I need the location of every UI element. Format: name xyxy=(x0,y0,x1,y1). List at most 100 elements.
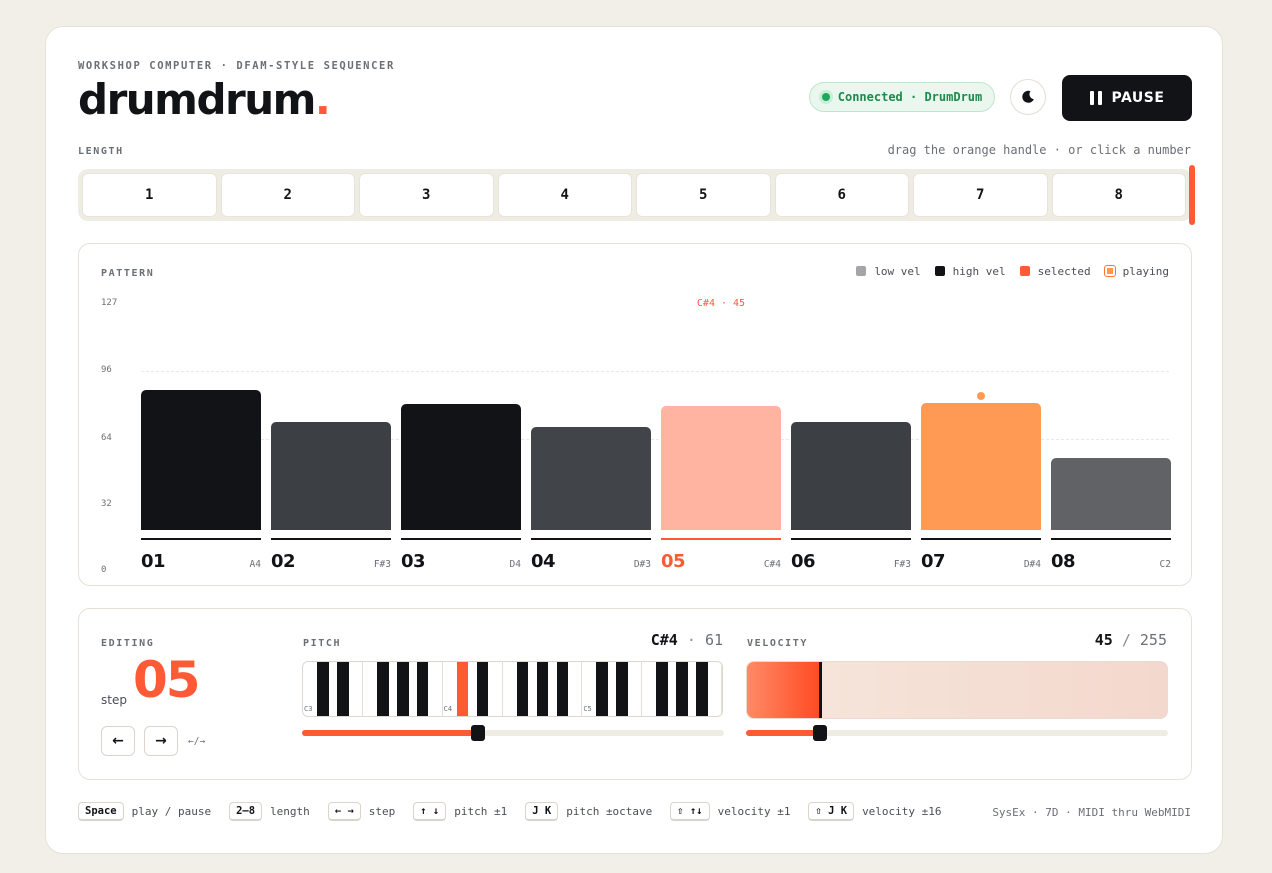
legend-playing-label: playing xyxy=(1122,265,1169,278)
piano-black-key[interactable] xyxy=(676,662,688,716)
shortcut-item: ⇧ ↑↓ velocity ±1 xyxy=(670,802,790,821)
legend-selected-swatch xyxy=(1019,266,1030,276)
selected-step-annotation: C#4 · 45 xyxy=(696,298,746,309)
velocity-value: 45 xyxy=(1094,631,1113,649)
step-baseline xyxy=(1051,538,1171,540)
piano-black-key[interactable] xyxy=(396,662,409,716)
bar-step-08[interactable] xyxy=(1051,458,1171,530)
app-card: WORKSHOP COMPUTER · DFAM-STYLE SEQUENCER… xyxy=(45,26,1223,854)
length-option-1[interactable]: 1 xyxy=(82,173,217,217)
step-baseline xyxy=(661,538,781,540)
pitch-sep: · xyxy=(686,631,696,649)
piano-black-key[interactable] xyxy=(656,662,668,716)
shortcut-item: Space play / pause xyxy=(78,802,211,821)
step-number[interactable]: 04 xyxy=(531,551,556,572)
length-option-8[interactable]: 8 xyxy=(1051,173,1186,217)
theme-toggle-button[interactable] xyxy=(1010,79,1046,115)
velocity-label: VELOCITY xyxy=(747,638,808,649)
length-option-2[interactable]: 2 xyxy=(220,173,355,217)
piano-black-key[interactable] xyxy=(317,662,329,716)
legend-low-label: low vel xyxy=(874,265,921,278)
bar-step-04[interactable] xyxy=(531,426,651,530)
bar-step-02[interactable] xyxy=(271,421,391,530)
step-baseline xyxy=(531,538,651,540)
shortcut-key: 2–8 xyxy=(229,802,263,821)
length-label: LENGTH xyxy=(78,146,124,157)
velocity-max: 255 xyxy=(1139,631,1167,649)
shortcut-key: Space xyxy=(78,802,124,821)
velocity-readout: 45 / 255 xyxy=(1095,631,1167,649)
bar-step-07[interactable] xyxy=(921,402,1041,530)
step-number[interactable]: 01 xyxy=(141,551,166,572)
velocity-slider-thumb[interactable] xyxy=(813,725,827,741)
pitch-slider-thumb[interactable] xyxy=(471,725,485,741)
app-logo: drumdrum. xyxy=(78,79,331,121)
shortcut-desc: step xyxy=(368,805,396,818)
pause-button[interactable]: PAUSE xyxy=(1062,75,1192,121)
next-step-button[interactable]: → xyxy=(144,726,178,756)
step-number[interactable]: 05 xyxy=(661,551,686,572)
length-option-4[interactable]: 4 xyxy=(497,173,632,217)
legend-playing-swatch xyxy=(1103,265,1116,277)
velocity-bar[interactable] xyxy=(746,661,1168,719)
moon-icon xyxy=(1022,90,1034,103)
step-note: A4 xyxy=(249,559,261,570)
bar-step-01[interactable] xyxy=(141,390,261,530)
length-option-3[interactable]: 3 xyxy=(359,173,494,217)
piano-black-key[interactable] xyxy=(476,662,489,716)
length-option-7[interactable]: 7 xyxy=(913,173,1048,217)
y-tick-label: 127 xyxy=(101,298,118,308)
shortcut-item: ↑ ↓ pitch ±1 xyxy=(413,802,507,821)
logo-dot: . xyxy=(314,75,331,124)
piano-black-key[interactable] xyxy=(416,662,429,716)
piano-black-key[interactable] xyxy=(456,662,469,716)
prev-step-button[interactable]: ← xyxy=(101,726,135,756)
piano-black-key[interactable] xyxy=(536,662,549,716)
shortcut-desc: pitch ±octave xyxy=(566,805,653,818)
bar-step-03[interactable] xyxy=(401,404,521,530)
length-drag-handle[interactable] xyxy=(1189,165,1195,225)
y-tick-label: 32 xyxy=(101,499,112,509)
connection-status: Connected · DrumDrum xyxy=(837,90,983,104)
step-baseline xyxy=(141,538,261,540)
step-number[interactable]: 08 xyxy=(1051,551,1076,572)
connection-badge: Connected · DrumDrum xyxy=(809,82,995,112)
length-option-5[interactable]: 5 xyxy=(636,173,771,217)
piano-black-key[interactable] xyxy=(556,662,569,716)
step-note: F#3 xyxy=(373,559,391,570)
step-note: D#4 xyxy=(1023,559,1041,570)
pattern-label: PATTERN xyxy=(101,268,155,279)
shortcut-desc: length xyxy=(270,805,310,818)
velocity-slider-fill xyxy=(746,730,820,736)
legend-high-label: high vel xyxy=(952,265,1006,278)
editing-step-number: 05 xyxy=(133,651,201,709)
shortcut-desc: velocity ±16 xyxy=(862,805,942,818)
shortcut-desc: pitch ±1 xyxy=(454,805,508,818)
piano-black-key[interactable] xyxy=(616,662,628,716)
pause-icon xyxy=(1089,91,1102,105)
legend-low-swatch xyxy=(856,266,867,276)
bar-step-06[interactable] xyxy=(791,421,911,530)
legend-playing: playing xyxy=(1103,265,1169,278)
bar-step-05[interactable] xyxy=(661,406,781,530)
step-number[interactable]: 03 xyxy=(401,551,426,572)
shortcut-desc: velocity ±1 xyxy=(717,805,791,818)
step-number[interactable]: 06 xyxy=(791,551,816,572)
piano-black-key[interactable] xyxy=(516,662,529,716)
arrow-right-icon: → xyxy=(155,733,167,749)
piano-black-key[interactable] xyxy=(377,662,389,716)
pitch-midi: 61 xyxy=(704,631,723,649)
velocity-bar-fill xyxy=(747,662,821,718)
length-option-6[interactable]: 6 xyxy=(774,173,909,217)
shortcut-item: ⇧ J K velocity ±16 xyxy=(808,802,942,821)
piano-black-key[interactable] xyxy=(337,662,349,716)
app-eyebrow: WORKSHOP COMPUTER · DFAM-STYLE SEQUENCER xyxy=(78,60,395,72)
step-number[interactable]: 02 xyxy=(271,551,296,572)
piano-black-key[interactable] xyxy=(596,662,609,716)
piano-black-key[interactable] xyxy=(696,662,708,716)
keyboard-shortcuts: Space play / pause 2–8 length ← → step ↑ ↓ pitc… xyxy=(78,802,960,821)
y-tick-label: 0 xyxy=(101,565,107,575)
pitch-keyboard[interactable]: C3 C4 C5 xyxy=(302,661,723,717)
step-number[interactable]: 07 xyxy=(921,551,946,572)
step-baseline xyxy=(401,538,521,540)
